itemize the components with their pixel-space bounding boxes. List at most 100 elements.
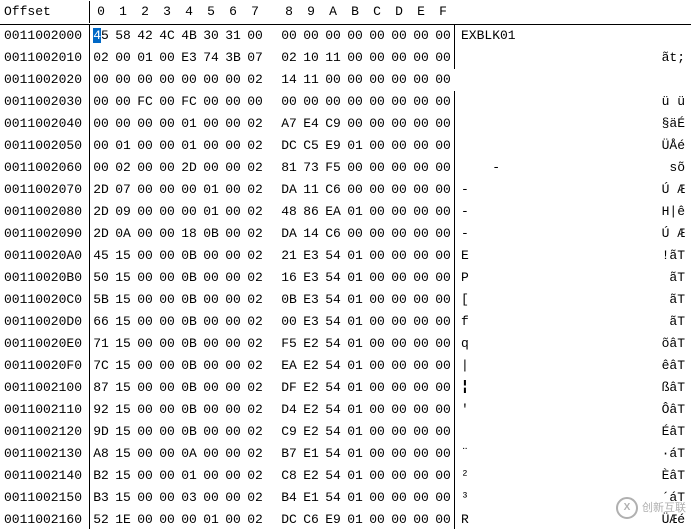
hex-cell[interactable]: 00 [410, 509, 432, 529]
hex-cell[interactable]: 02 [244, 377, 266, 399]
hex-cell[interactable]: E2 [300, 377, 322, 399]
hex-cell[interactable]: 00 [134, 289, 156, 311]
hex-cell[interactable]: 11 [300, 179, 322, 201]
hex-cell[interactable]: 02 [244, 421, 266, 443]
hex-cell[interactable]: 15 [112, 399, 134, 421]
offset-cell[interactable]: 00110020F0 [0, 355, 90, 377]
hex-cell[interactable]: 00 [156, 91, 178, 113]
hex-cell[interactable]: 00 [156, 179, 178, 201]
hex-cell[interactable]: 54 [322, 487, 344, 509]
hex-cell[interactable]: 52 [90, 509, 112, 529]
hex-cell[interactable]: 00 [388, 223, 410, 245]
hex-cell[interactable]: 11 [300, 69, 322, 91]
hex-cell[interactable]: 00 [200, 157, 222, 179]
hex-cell[interactable]: 00 [222, 333, 244, 355]
hex-cell[interactable]: F5 [278, 333, 300, 355]
hex-cell[interactable]: 42 [134, 25, 156, 47]
hex-cell[interactable]: 00 [432, 245, 454, 267]
offset-cell[interactable]: 00110020B0 [0, 267, 90, 289]
hex-cell[interactable]: 00 [134, 69, 156, 91]
hex-cell[interactable]: 00 [432, 91, 454, 113]
hex-cell[interactable]: 01 [178, 113, 200, 135]
hex-row[interactable]: 00110020400000000001000002A7E4C900000000… [0, 113, 691, 135]
offset-cell[interactable]: 0011002080 [0, 201, 90, 223]
ascii-cell[interactable]: 'ÔâT [454, 399, 691, 421]
hex-cell[interactable]: 0B [178, 421, 200, 443]
hex-cell[interactable]: 16 [278, 267, 300, 289]
hex-cell[interactable]: 02 [244, 355, 266, 377]
hex-cell[interactable]: 00 [90, 135, 112, 157]
hex-cell[interactable]: 81 [278, 157, 300, 179]
hex-cell[interactable]: 18 [178, 223, 200, 245]
hex-cell[interactable]: 00 [410, 201, 432, 223]
hex-cell[interactable]: 00 [156, 355, 178, 377]
hex-cell[interactable]: C5 [300, 135, 322, 157]
hex-cell[interactable]: B3 [90, 487, 112, 509]
offset-cell[interactable]: 0011002160 [0, 509, 90, 529]
hex-cell[interactable]: 00 [366, 113, 388, 135]
hex-cell[interactable]: 00 [200, 245, 222, 267]
hex-cell[interactable]: 00 [366, 47, 388, 69]
hex-cell[interactable]: 00 [388, 91, 410, 113]
hex-cell[interactable]: 0B [178, 289, 200, 311]
hex-cell[interactable]: 00 [222, 487, 244, 509]
hex-cell[interactable]: 15 [112, 333, 134, 355]
hex-cell[interactable]: DA [278, 179, 300, 201]
hex-cell[interactable]: 00 [222, 91, 244, 113]
hex-cell[interactable]: 0A [178, 443, 200, 465]
hex-cell[interactable]: 00 [388, 421, 410, 443]
offset-cell[interactable]: 0011002010 [0, 47, 90, 69]
hex-cell[interactable]: 00 [388, 135, 410, 157]
hex-cell[interactable]: 00 [344, 113, 366, 135]
hex-cell[interactable]: 00 [388, 25, 410, 47]
hex-row[interactable]: 00110020004558424C4B30310000000000000000… [0, 25, 691, 47]
offset-cell[interactable]: 0011002000 [0, 25, 90, 47]
hex-cell[interactable]: 00 [388, 399, 410, 421]
hex-cell[interactable]: 00 [366, 289, 388, 311]
hex-cell[interactable]: 0B [178, 267, 200, 289]
cursor-nibble[interactable]: 4 [93, 28, 101, 43]
hex-cell[interactable]: A8 [90, 443, 112, 465]
hex-cell[interactable]: 48 [278, 201, 300, 223]
hex-cell[interactable]: 00 [366, 443, 388, 465]
ascii-cell[interactable]: -Ú Æ [454, 223, 691, 245]
hex-cell[interactable]: 00 [410, 179, 432, 201]
hex-rows[interactable]: 00110020004558424C4B30310000000000000000… [0, 25, 691, 529]
hex-cell[interactable]: 01 [344, 135, 366, 157]
hex-cell[interactable]: DF [278, 377, 300, 399]
offset-cell[interactable]: 0011002130 [0, 443, 90, 465]
offset-cell[interactable]: 0011002150 [0, 487, 90, 509]
hex-row[interactable]: 0011002160521E000000010002DCC6E901000000… [0, 509, 691, 529]
hex-cell[interactable]: 00 [112, 113, 134, 135]
hex-cell[interactable]: 02 [244, 267, 266, 289]
hex-cell[interactable]: 00 [410, 443, 432, 465]
hex-cell[interactable]: 01 [344, 421, 366, 443]
hex-cell[interactable]: 00 [432, 113, 454, 135]
hex-cell[interactable]: 02 [244, 135, 266, 157]
hex-cell[interactable]: 00 [278, 311, 300, 333]
hex-cell[interactable]: 02 [244, 509, 266, 529]
ascii-cell[interactable]: ╏ßâT [454, 377, 691, 399]
hex-cell[interactable]: 00 [388, 311, 410, 333]
hex-cell[interactable]: 58 [112, 25, 134, 47]
ascii-cell[interactable]: PãT [454, 267, 691, 289]
hex-cell[interactable]: E4 [300, 113, 322, 135]
hex-nibble[interactable]: 5 [101, 28, 109, 43]
hex-cell[interactable]: 00 [222, 113, 244, 135]
hex-cell[interactable]: 00 [134, 223, 156, 245]
hex-cell[interactable]: E2 [300, 355, 322, 377]
hex-cell[interactable]: 01 [344, 399, 366, 421]
hex-cell[interactable]: 71 [90, 333, 112, 355]
offset-cell[interactable]: 00110020C0 [0, 289, 90, 311]
hex-row[interactable]: 00110020902D0A0000180B0002DA14C600000000… [0, 223, 691, 245]
hex-cell[interactable]: 01 [344, 487, 366, 509]
hex-cell[interactable]: 00 [388, 289, 410, 311]
hex-cell[interactable]: 00 [278, 25, 300, 47]
hex-cell[interactable]: 86 [300, 201, 322, 223]
hex-cell[interactable]: 00 [156, 465, 178, 487]
hex-cell[interactable]: C8 [278, 465, 300, 487]
hex-cell[interactable]: 01 [344, 377, 366, 399]
hex-cell[interactable]: 15 [112, 443, 134, 465]
hex-cell[interactable]: 00 [156, 245, 178, 267]
hex-cell[interactable]: 00 [156, 157, 178, 179]
